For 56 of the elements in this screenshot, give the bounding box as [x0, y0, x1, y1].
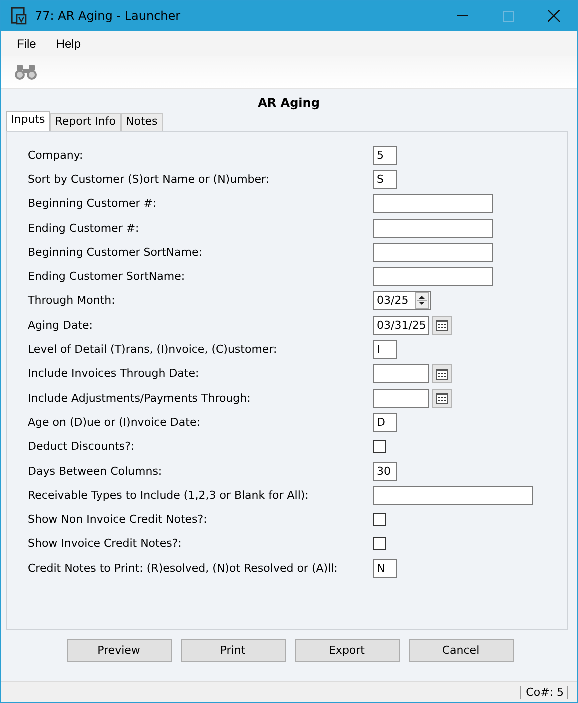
date-field[interactable]: [373, 364, 429, 384]
input-field[interactable]: [373, 194, 493, 214]
field-label: Ending Customer SortName:: [28, 270, 186, 284]
field-label: Days Between Columns:: [28, 464, 164, 478]
input-field[interactable]: 30: [373, 462, 397, 480]
tab[interactable]: Notes: [121, 113, 163, 131]
field-label: Beginning Customer #:: [28, 197, 158, 210]
close-icon[interactable]: [548, 10, 560, 22]
tab[interactable]: Report Info: [50, 113, 121, 131]
report-title: AR Aging: [257, 95, 321, 112]
checkbox[interactable]: [373, 513, 386, 526]
field-label: Show Non Invoice Credit Notes?:: [28, 513, 208, 526]
field-label: Include Invoices Through Date:: [28, 367, 200, 380]
field-label: Level of Detail (T)rans, (I)nvoice, (C)ustomer:: [28, 343, 278, 356]
dialog-button[interactable]: Export: [294, 639, 400, 662]
spinner-icon[interactable]: [415, 292, 429, 310]
field-label: Through Month:: [28, 294, 116, 308]
calendar-icon[interactable]: [432, 364, 452, 384]
calendar-icon[interactable]: [432, 388, 452, 408]
input-field[interactable]: D: [373, 412, 397, 432]
field-label: Ending Customer #:: [28, 222, 140, 235]
binoculars-icon[interactable]: [14, 64, 38, 80]
date-field[interactable]: 03/31/25: [373, 316, 429, 335]
company-status: Co#: 5: [520, 686, 568, 698]
app-icon: [11, 7, 27, 25]
input-field[interactable]: 5: [373, 146, 397, 165]
date-field[interactable]: [373, 388, 429, 408]
input-field[interactable]: I: [373, 340, 397, 360]
dialog-button[interactable]: Preview: [66, 639, 172, 662]
field-label: Company:: [28, 148, 84, 162]
field-label: Credit Notes to Print: (R)esolved, (N)ot Resolved or (A)ll:: [28, 562, 339, 575]
field-label: Show Invoice Credit Notes?:: [28, 537, 183, 550]
menu-item[interactable]: File: [7, 36, 46, 50]
field-label: Include Adjustments/Payments Through:: [28, 392, 252, 405]
checkbox[interactable]: [373, 440, 386, 454]
field-label: Beginning Customer SortName:: [28, 246, 204, 259]
field-label: Receivable Types to Include (1,2,3 or Blank for All):: [28, 488, 310, 502]
checkbox[interactable]: [373, 537, 386, 550]
dialog-button[interactable]: Cancel: [408, 639, 514, 662]
menu-item[interactable]: Help: [46, 36, 92, 50]
input-field[interactable]: [373, 486, 533, 505]
minimize-icon[interactable]: [456, 15, 468, 17]
input-field[interactable]: S: [373, 170, 397, 189]
field-label: Aging Date:: [28, 318, 94, 332]
input-field[interactable]: N: [373, 558, 397, 578]
field-label: Deduct Discounts?:: [28, 440, 136, 454]
calendar-icon[interactable]: [432, 316, 452, 335]
tab[interactable]: Inputs: [6, 111, 50, 131]
field-label: Sort by Customer (S)ort Name or (N)umber:: [28, 172, 271, 186]
input-field[interactable]: [373, 267, 493, 286]
spin-field[interactable]: 03/25: [373, 291, 431, 310]
field-label: Age on (D)ue or (I)nvoice Date:: [28, 416, 202, 429]
input-field[interactable]: [373, 242, 493, 262]
input-field[interactable]: [373, 218, 493, 238]
dialog-button[interactable]: Print: [180, 639, 286, 662]
window-title: 77: AR Aging - Launcher: [35, 9, 182, 23]
